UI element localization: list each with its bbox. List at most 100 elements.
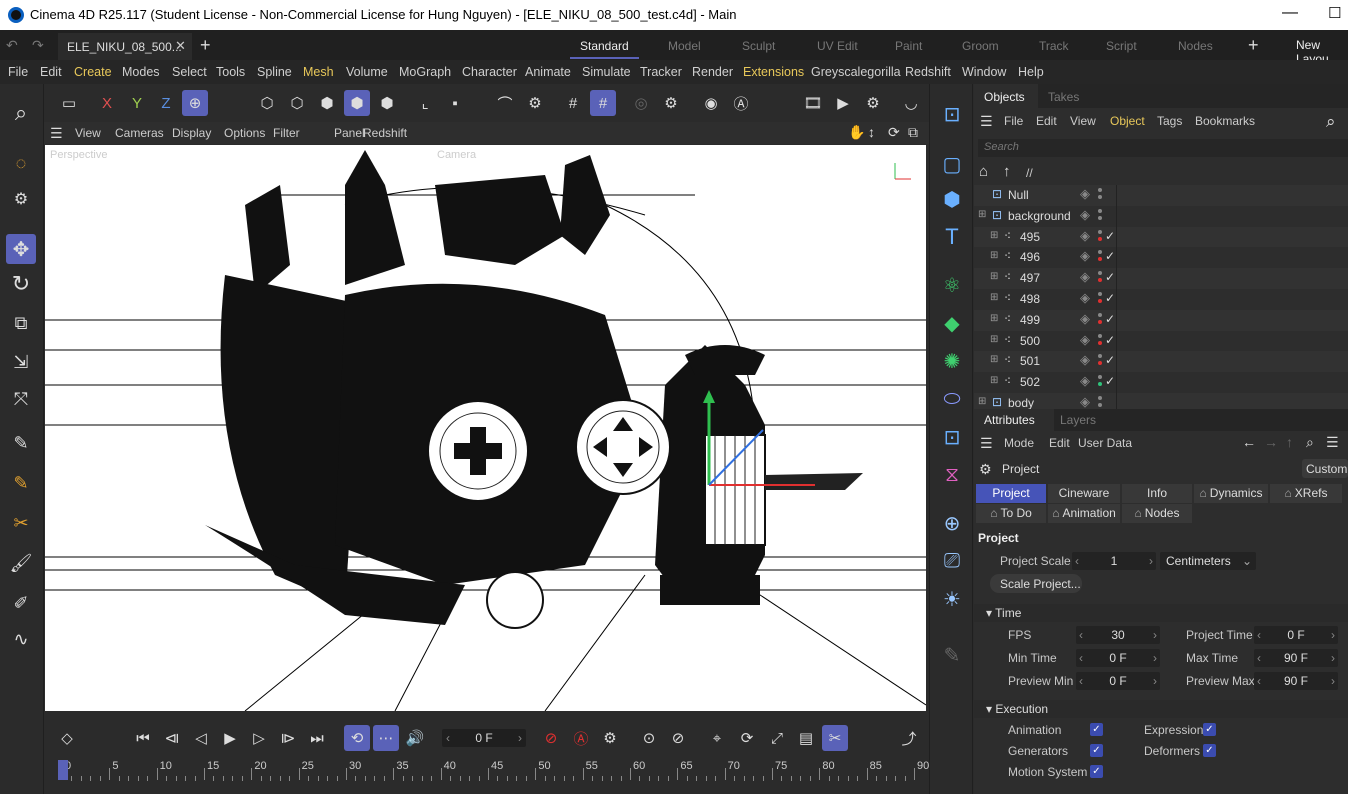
attributes-menu-edit[interactable]: Edit: [1049, 436, 1070, 450]
snap-settings-icon[interactable]: ⚙: [522, 90, 548, 116]
tab-attributes[interactable]: Attributes: [974, 409, 1054, 431]
tab-layers[interactable]: Layers: [1060, 413, 1096, 427]
arrow-up-icon[interactable]: ↑: [1003, 163, 1011, 180]
visibility-dots[interactable]: [1098, 333, 1102, 346]
editor-visibility-dot[interactable]: [1098, 188, 1102, 192]
model-mode-icon[interactable]: ▭: [56, 90, 82, 116]
layer-icon[interactable]: ◈: [1080, 373, 1090, 389]
menu-greyscalegorilla[interactable]: Greyscalegorilla: [811, 65, 901, 79]
custom-mode-button[interactable]: Custom: [1302, 459, 1348, 478]
menu-volume[interactable]: Volume: [346, 65, 388, 79]
workplane-icon[interactable]: #: [590, 90, 616, 116]
autokey-icon[interactable]: ⊘: [538, 725, 564, 751]
loop-icon[interactable]: ⟲: [344, 725, 370, 751]
object-row[interactable]: ⊞ ⁖ 498 ◈ ✓: [974, 289, 1348, 310]
expand-icon[interactable]: ⊞: [990, 334, 998, 345]
object-row[interactable]: ⊞ ⊡ background ◈: [974, 205, 1348, 227]
render-visibility-dot[interactable]: [1098, 215, 1102, 220]
editor-visibility-dot[interactable]: [1098, 396, 1102, 400]
polygon-pen-icon[interactable]: ✎: [8, 470, 34, 496]
editor-visibility-dot[interactable]: [1098, 333, 1102, 338]
enabled-check-icon[interactable]: ✓: [1105, 291, 1115, 305]
preview-min-field[interactable]: ‹ 0 F ›: [1076, 672, 1160, 690]
deformers-checkbox[interactable]: ✓: [1203, 744, 1216, 757]
arrow-up-icon[interactable]: ↑: [1286, 434, 1293, 450]
interpolation-icon[interactable]: ⊘: [665, 725, 691, 751]
add-tab-icon[interactable]: +: [200, 35, 211, 56]
render-view-icon[interactable]: 🎞: [800, 90, 826, 116]
menu-mesh[interactable]: Mesh: [303, 65, 334, 79]
scale-project-button[interactable]: Scale Project...: [990, 574, 1082, 593]
redo-icon[interactable]: ↷: [32, 37, 44, 54]
go-to-start-icon[interactable]: ⏮: [130, 725, 156, 751]
render-visibility-dot[interactable]: [1098, 195, 1102, 199]
enabled-check-icon[interactable]: ✓: [1105, 333, 1115, 347]
rotate-tool-icon[interactable]: ↻: [8, 271, 34, 297]
redshift-icon[interactable]: ◡: [898, 90, 924, 116]
visibility-dots[interactable]: [1098, 292, 1102, 304]
layer-icon[interactable]: ◈: [1080, 311, 1090, 327]
cloner-icon[interactable]: ⚛: [937, 270, 967, 300]
menu-file[interactable]: File: [8, 65, 28, 79]
timeline-ruler[interactable]: 0 5 10 15 20 25 30 35 40 45 50 55 60 65 70 75 80 85 90: [44, 760, 929, 794]
menu-simulate[interactable]: Simulate: [582, 65, 631, 79]
project-scale-unit-dropdown[interactable]: Centimeters ⌄: [1160, 552, 1256, 570]
subtab-animation[interactable]: ⌂ Animation: [1048, 504, 1120, 523]
menu-tracker[interactable]: Tracker: [640, 65, 682, 79]
expand-icon[interactable]: ⊞: [990, 313, 998, 324]
object-row[interactable]: ⊞ ⁖ 497 ◈ ✓: [974, 268, 1348, 290]
record-keys-icon[interactable]: Ⓐ: [568, 725, 594, 751]
project-time-field[interactable]: ‹ 0 F ›: [1254, 626, 1338, 644]
enabled-check-icon[interactable]: ✓: [1105, 374, 1115, 388]
viewport-menu-filter[interactable]: Filter: [273, 126, 300, 140]
close-icon[interactable]: ✕: [175, 38, 186, 54]
object-row[interactable]: ⊞ ⁖ 496 ◈ ✓: [974, 247, 1348, 269]
render-visibility-dot[interactable]: [1098, 403, 1102, 407]
spline-pen-icon[interactable]: ✎: [8, 430, 34, 456]
document-tab[interactable]: ELE_NIKU_08_500... ✕: [58, 33, 192, 60]
layout-tab-sculpt[interactable]: Sculpt: [732, 33, 785, 59]
menu-spline[interactable]: Spline: [257, 65, 292, 79]
point-level-anim-icon[interactable]: ✂: [822, 725, 848, 751]
subtab-cineware[interactable]: Cineware: [1048, 484, 1120, 503]
layout-tab-uv-edit[interactable]: UV Edit: [807, 33, 868, 59]
subtab-project[interactable]: Project: [976, 484, 1046, 503]
hamburger-menu-icon[interactable]: ☰: [50, 125, 63, 142]
z-axis-lock[interactable]: Z: [153, 90, 179, 116]
fracture-icon[interactable]: ◆: [937, 308, 967, 338]
live-selection-icon[interactable]: ◌: [8, 150, 34, 176]
grid-icon[interactable]: #: [560, 90, 586, 116]
fcurve-icon[interactable]: ⤴: [896, 725, 922, 751]
menu-tools[interactable]: Tools: [216, 65, 245, 79]
objects-menu-object[interactable]: Object: [1110, 114, 1145, 128]
light-object-icon[interactable]: ☀: [937, 584, 967, 614]
search-icon[interactable]: ⌕: [8, 100, 34, 126]
menu-modes[interactable]: Modes: [122, 65, 160, 79]
pan-view-icon[interactable]: ✋: [848, 124, 865, 141]
menu-select[interactable]: Select: [172, 65, 207, 79]
layout-tab-script[interactable]: Script: [1096, 33, 1147, 59]
key-selection-icon[interactable]: ⊙: [636, 725, 662, 751]
min-time-field[interactable]: ‹ 0 F ›: [1076, 649, 1160, 667]
environment-icon[interactable]: ⊕: [937, 508, 967, 538]
render-visibility-dot[interactable]: [1098, 361, 1102, 366]
previous-key-icon[interactable]: ⧏: [159, 725, 185, 751]
viewport-menu-redshift[interactable]: Redshift: [363, 126, 407, 140]
enabled-check-icon[interactable]: ✓: [1105, 312, 1115, 326]
layout-tab-nodes[interactable]: Nodes: [1168, 33, 1223, 59]
playhead[interactable]: [58, 760, 68, 780]
preview-max-field[interactable]: ‹ 90 F ›: [1254, 672, 1338, 690]
transform-tool-icon[interactable]: ⇲: [8, 349, 34, 375]
visibility-dots[interactable]: [1098, 229, 1102, 242]
viewport-menu-panel[interactable]: Panel: [334, 126, 365, 140]
scale-tool-icon[interactable]: ⧉: [8, 310, 34, 336]
key-settings-icon[interactable]: ⚙: [597, 725, 623, 751]
polygons-mode-icon[interactable]: ⬢: [314, 90, 340, 116]
subtab-to-do[interactable]: ⌂ To Do: [976, 504, 1046, 523]
tab-objects[interactable]: Objects: [974, 84, 1038, 108]
texture-mode-icon[interactable]: ▪: [442, 90, 468, 116]
objects-menu-tags[interactable]: Tags: [1157, 114, 1182, 128]
motion-system-checkbox[interactable]: ✓: [1090, 765, 1103, 778]
expand-icon[interactable]: ⊞: [978, 209, 986, 220]
render-visibility-dot[interactable]: [1098, 299, 1102, 303]
